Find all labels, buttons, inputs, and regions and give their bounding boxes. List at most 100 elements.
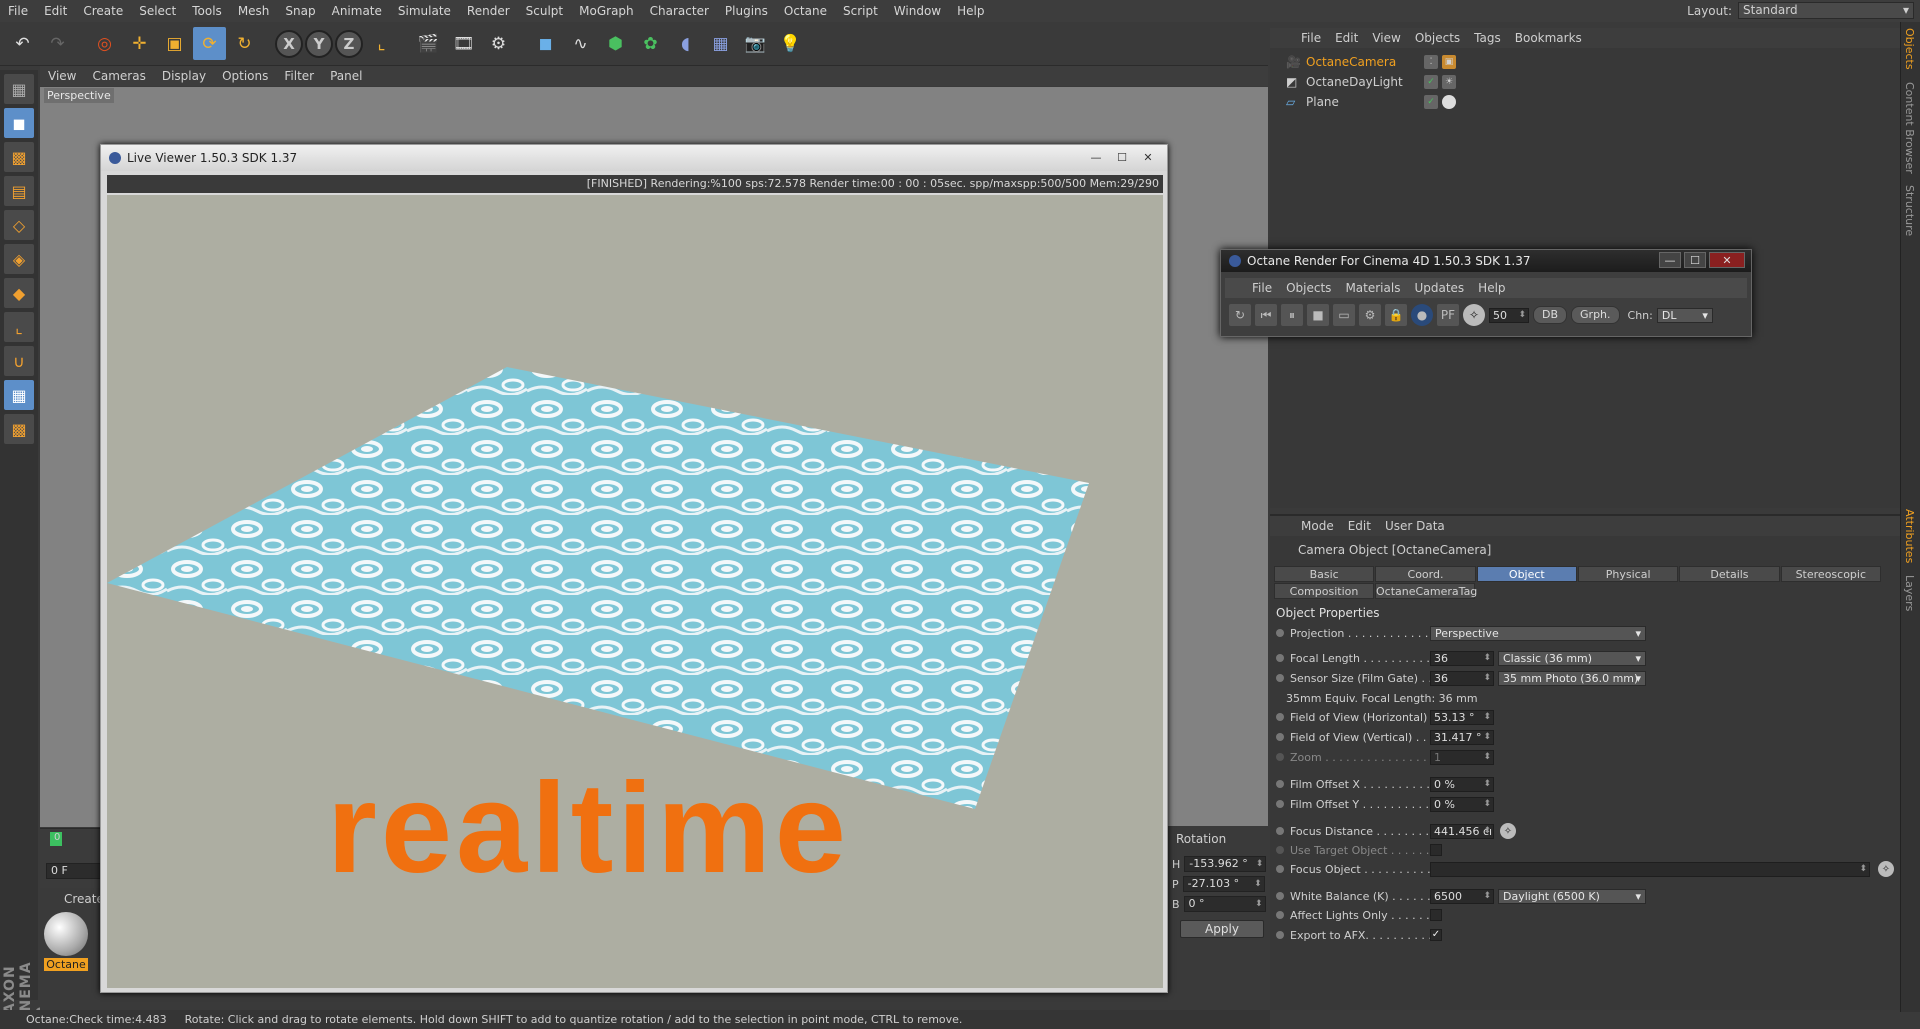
keyframe-dot-icon[interactable] [1276,713,1284,721]
live-viewer-titlebar[interactable]: Live Viewer 1.50.3 SDK 1.37 [101,145,1167,171]
menu-simulate[interactable]: Simulate [390,0,459,22]
keyframe-dot-icon[interactable] [1276,800,1284,808]
apply-button[interactable]: Apply [1180,920,1264,938]
rotation-p-field[interactable]: -27.103 ° [1182,876,1265,892]
render-settings-icon[interactable]: ⚙ [482,27,515,60]
film-offset-y-field[interactable]: 0 % [1430,796,1494,812]
floor-icon[interactable]: ▦ [704,27,737,60]
light-icon[interactable]: 💡 [774,27,807,60]
viewport-menu-panel[interactable]: Panel [322,69,370,83]
sky-tag-icon[interactable]: ☀ [1442,75,1456,89]
focus-object-picker-icon[interactable]: ✧ [1878,861,1894,877]
attributes-menu-mode[interactable]: Mode [1294,519,1341,533]
menu-edit[interactable]: Edit [36,0,75,22]
tab-coord[interactable]: Coord. [1375,566,1476,582]
objects-menu-edit[interactable]: Edit [1328,31,1365,45]
camera-icon[interactable]: 📷 [739,27,772,60]
keyframe-dot-icon[interactable] [1276,892,1284,900]
workplane-mode-icon[interactable]: ▤ [4,176,34,206]
menu-render[interactable]: Render [459,0,518,22]
keyframe-dot-icon[interactable] [1276,654,1284,662]
focal-length-field[interactable]: 36 [1430,650,1494,666]
menu-create[interactable]: Create [75,0,131,22]
material-menu-create[interactable]: Create [64,892,104,906]
tab-object[interactable]: Object [1476,566,1577,582]
export-afx-checkbox[interactable]: ✓ [1430,929,1442,941]
model-mode-icon[interactable]: ◼ [4,108,34,138]
fov-horizontal-field[interactable]: 53.13 ° [1430,709,1494,725]
keyframe-dot-icon[interactable] [1276,865,1284,873]
enabled-check-icon[interactable]: ✓ [1424,95,1438,109]
dock-tab-structure[interactable]: Structure [1901,179,1918,242]
film-offset-x-field[interactable]: 0 % [1430,776,1494,792]
tab-physical[interactable]: Physical [1577,566,1679,582]
projection-dropdown[interactable]: Perspective [1430,625,1646,641]
cloner-icon[interactable]: ✿ [634,27,667,60]
db-button[interactable]: DB [1533,306,1568,324]
minimize-icon[interactable]: — [1085,149,1107,165]
x-axis-lock-button[interactable]: X [275,29,303,58]
object-row-octanedaylight[interactable]: ◩ OctaneDayLight ✓ ☀ [1270,72,1900,92]
tab-basic[interactable]: Basic [1274,566,1375,582]
white-balance-dropdown[interactable]: Daylight (6500 K) [1498,888,1646,904]
camera-tag-icon[interactable]: ▣ [1442,55,1456,69]
snap-magnet-icon[interactable]: ∪ [4,346,34,376]
dock-tab-objects[interactable]: Objects [1901,22,1918,76]
keyframe-dot-icon[interactable] [1276,911,1284,919]
stop-icon[interactable]: ■ [1307,304,1329,326]
menu-character[interactable]: Character [642,0,717,22]
maximize-icon[interactable]: ☐ [1684,252,1706,268]
attributes-menu-edit[interactable]: Edit [1341,519,1378,533]
live-selection-icon[interactable]: ◎ [88,27,121,60]
focus-object-field[interactable] [1430,861,1870,877]
sphere-icon[interactable]: ● [1411,304,1433,326]
spline-pen-icon[interactable]: ∿ [564,27,597,60]
settings-gear-icon[interactable]: ⚙ [1359,304,1381,326]
z-axis-lock-button[interactable]: Z [335,29,363,58]
fov-vertical-field[interactable]: 31.417 ° [1430,729,1494,745]
keyframe-dot-icon[interactable] [1276,827,1284,835]
viewport-menu-options[interactable]: Options [214,69,276,83]
channel-dropdown[interactable]: DL [1656,307,1713,323]
material-preview[interactable] [44,912,88,956]
objects-menu-view[interactable]: View [1365,31,1407,45]
keyframe-dot-icon[interactable] [1276,931,1284,939]
keyframe-dot-icon[interactable] [1276,674,1284,682]
rotation-b-field[interactable]: 0 ° [1183,896,1266,912]
tab-stereoscopic[interactable]: Stereoscopic [1780,566,1881,582]
pf-icon[interactable]: PF [1437,304,1459,326]
menu-mograph[interactable]: MoGraph [571,0,642,22]
octane-menu-materials[interactable]: Materials [1338,281,1407,295]
move-icon[interactable]: ✛ [123,27,156,60]
menu-tools[interactable]: Tools [184,0,230,22]
axis-mode-icon[interactable]: ⌞ [4,312,34,342]
menu-help[interactable]: Help [949,0,992,22]
close-icon[interactable]: ✕ [1137,149,1159,165]
menu-animate[interactable]: Animate [324,0,390,22]
recent-tool-icon[interactable]: ↻ [228,27,261,60]
menu-snap[interactable]: Snap [277,0,323,22]
tab-octanecameratag[interactable]: OctaneCameraTag [1375,583,1477,599]
objects-menu-tags[interactable]: Tags [1467,31,1508,45]
deformer-icon[interactable]: ◖ [669,27,702,60]
close-icon[interactable]: ✕ [1709,252,1745,268]
viewport-menu-cameras[interactable]: Cameras [84,69,153,83]
visibility-icon[interactable]: ⁚ [1424,55,1438,69]
octane-menu-objects[interactable]: Objects [1279,281,1338,295]
sensor-size-field[interactable]: 36 [1430,670,1494,686]
minimize-icon[interactable]: — [1659,252,1681,268]
workplane-grid-icon[interactable]: ▦ [4,380,34,410]
coordinate-system-icon[interactable]: ⌞ [365,27,398,60]
render-picture-viewer-icon[interactable]: 🎞 [447,27,480,60]
attributes-menu-userdata[interactable]: User Data [1378,519,1452,533]
menu-sculpt[interactable]: Sculpt [518,0,571,22]
texture-mode-icon[interactable]: ▩ [4,142,34,172]
make-editable-icon[interactable]: ▦ [4,74,34,104]
menu-plugins[interactable]: Plugins [717,0,776,22]
viewport-menu-display[interactable]: Display [154,69,214,83]
focus-distance-field[interactable]: 441.456 cı [1430,823,1494,839]
object-row-octanecamera[interactable]: 🎥 OctaneCamera ⁚ ▣ [1270,52,1900,72]
locked-workplane-icon[interactable]: ▩ [4,414,34,444]
region-icon[interactable]: ▭ [1333,304,1355,326]
viewport-menu-view[interactable]: View [40,69,84,83]
